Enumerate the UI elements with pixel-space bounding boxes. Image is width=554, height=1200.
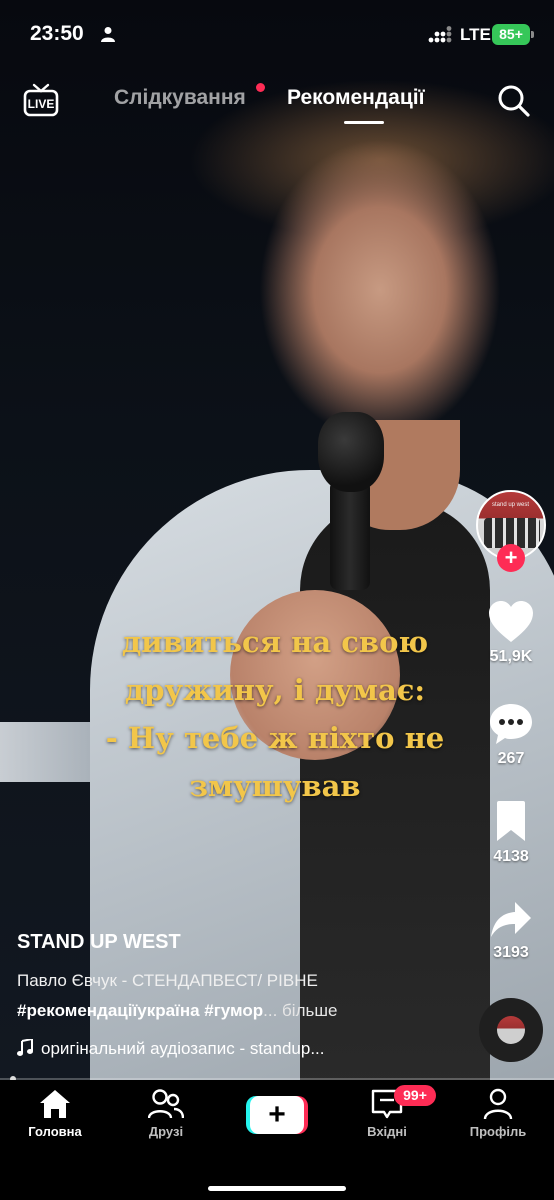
- avatar-text: stand up west: [492, 502, 530, 508]
- share-count: 3193: [493, 944, 529, 961]
- post-description[interactable]: Павло Євчук - СТЕНДАПВЕСТ/ РІВНЕ: [17, 971, 318, 991]
- nav-home[interactable]: Головна: [10, 1088, 100, 1139]
- save-count: 4138: [493, 848, 529, 865]
- post-hashtags-line[interactable]: #рекомендаціїукраїна #гумор... більше: [17, 1001, 337, 1021]
- nav-profile-label: Профіль: [469, 1124, 527, 1139]
- network-type: LTE: [460, 25, 491, 44]
- heart-icon: [489, 601, 533, 642]
- follow-button[interactable]: +: [497, 544, 525, 572]
- status-time: 23:50: [30, 22, 84, 45]
- author-name[interactable]: STAND UP WEST: [17, 931, 181, 954]
- search-icon: [498, 85, 530, 117]
- live-button[interactable]: LIVE: [22, 82, 60, 118]
- home-icon: [40, 1090, 70, 1118]
- profile-icon: [483, 1088, 513, 1120]
- create-button[interactable]: +: [246, 1096, 308, 1134]
- active-tab-indicator: [344, 121, 384, 124]
- video-caption: дивиться на свою дружину, і думає: - Ну …: [70, 618, 480, 810]
- following-notification-dot: [256, 83, 265, 92]
- video-player[interactable]: [0, 0, 554, 1080]
- plus-icon: +: [250, 1096, 304, 1134]
- more-link[interactable]: ... більше: [263, 1001, 337, 1020]
- friends-icon: [148, 1089, 184, 1119]
- share-icon: [491, 902, 531, 937]
- nav-inbox-label: Вхідні: [367, 1124, 407, 1139]
- caption-line: дружину, і думає:: [124, 673, 426, 707]
- post-hashtags[interactable]: #рекомендаціїукраїна #гумор: [17, 1001, 263, 1020]
- battery-indicator: 85+: [492, 24, 530, 45]
- live-tv-icon: LIVE: [23, 83, 59, 117]
- like-count: 51,9K: [489, 648, 533, 665]
- live-label: LIVE: [28, 97, 55, 111]
- tab-following[interactable]: Слідкування: [114, 86, 246, 110]
- music-note-icon: [17, 1039, 33, 1056]
- person-icon: [101, 27, 115, 42]
- comment-button[interactable]: 267: [480, 702, 542, 768]
- inbox-badge: 99+: [394, 1085, 436, 1106]
- microphone-handle: [330, 480, 370, 590]
- home-indicator: [208, 1186, 346, 1191]
- music-title: оригінальний аудіозапис - standup...: [41, 1039, 325, 1058]
- save-button[interactable]: 4138: [480, 800, 542, 866]
- battery-tip: [531, 31, 534, 38]
- status-bar: 23:50 LTE 85+: [0, 0, 554, 70]
- signal-icon: [428, 26, 452, 43]
- caption-line: змушував: [189, 769, 361, 803]
- microphone: [318, 412, 384, 492]
- caption-line: - Ну тебе ж ніхто не: [105, 721, 445, 755]
- caption-line: дивиться на свою: [121, 625, 429, 659]
- nav-home-label: Головна: [28, 1124, 82, 1139]
- like-button[interactable]: 51,9K: [480, 600, 542, 666]
- bookmark-icon: [497, 801, 525, 841]
- music-disc-cover: [497, 1016, 525, 1044]
- nav-friends[interactable]: Друзі: [121, 1088, 211, 1139]
- nav-friends-label: Друзі: [148, 1124, 184, 1139]
- search-button[interactable]: [496, 83, 532, 119]
- comment-count: 267: [497, 750, 525, 767]
- nav-profile[interactable]: Профіль: [453, 1088, 543, 1139]
- share-button[interactable]: 3193: [480, 900, 542, 962]
- tab-recommendations[interactable]: Рекомендації: [287, 86, 425, 110]
- music-info[interactable]: оригінальний аудіозапис - standup...: [17, 1039, 325, 1059]
- comment-icon: [490, 704, 532, 744]
